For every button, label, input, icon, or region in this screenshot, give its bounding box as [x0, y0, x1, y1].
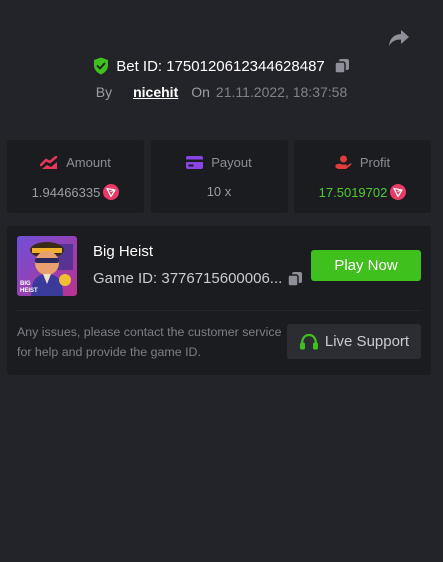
share-icon: [389, 30, 409, 46]
amount-icon: [40, 155, 58, 169]
bet-stats: Amount 1.94466335 Payout 10 x Profit 17.…: [7, 140, 431, 213]
bet-id: Bet ID: 1750120612344628487: [116, 57, 325, 75]
profit-card: Profit 17.5019702: [294, 140, 431, 213]
amount-value: 1.94466335: [31, 184, 101, 200]
bet-id-row: Bet ID: 1750120612344628487: [0, 57, 443, 75]
payout-icon: [186, 156, 204, 169]
amount-card: Amount 1.94466335: [7, 140, 144, 213]
game-id-row: Game ID: 3776715600006...: [93, 270, 303, 287]
game-thumbnail[interactable]: BIG HEIST: [17, 236, 77, 296]
bet-datetime: 21.11.2022, 18:37:58: [215, 84, 348, 100]
profit-icon: [335, 155, 352, 169]
payout-label: Payout: [211, 155, 252, 170]
support-info-text: Any issues, please contact the customer …: [17, 325, 282, 359]
divider: [17, 310, 421, 311]
username-link[interactable]: nicehit: [133, 84, 178, 100]
live-support-label: Live Support: [324, 333, 410, 350]
profit-value: 17.5019702: [318, 184, 388, 200]
payout-card: Payout 10 x: [150, 140, 288, 213]
headset-icon: [299, 333, 318, 349]
game-card: BIG HEIST Big Heist Game ID: 37767156000…: [7, 226, 431, 375]
trx-coin-icon: [390, 184, 407, 200]
live-support-button[interactable]: Live Support: [287, 324, 421, 359]
game-id: Game ID: 3776715600006...: [93, 270, 283, 287]
game-title: Big Heist: [93, 243, 154, 260]
verified-shield-icon: [94, 57, 109, 75]
profit-label: Profit: [359, 155, 391, 170]
copy-icon[interactable]: [287, 271, 303, 287]
play-now-button[interactable]: Play Now: [311, 250, 421, 281]
payout-value: 10 x: [206, 184, 232, 199]
by-label: By: [95, 84, 113, 100]
on-label: On: [191, 84, 210, 100]
share-button[interactable]: [387, 27, 411, 49]
copy-icon[interactable]: [334, 58, 350, 74]
amount-label: Amount: [66, 155, 111, 170]
game-thumbnail-title: BIG HEIST: [20, 281, 38, 294]
bet-meta-row: By nicehit On 21.11.2022, 18:37:58: [0, 84, 443, 100]
trx-coin-icon: [103, 184, 120, 200]
